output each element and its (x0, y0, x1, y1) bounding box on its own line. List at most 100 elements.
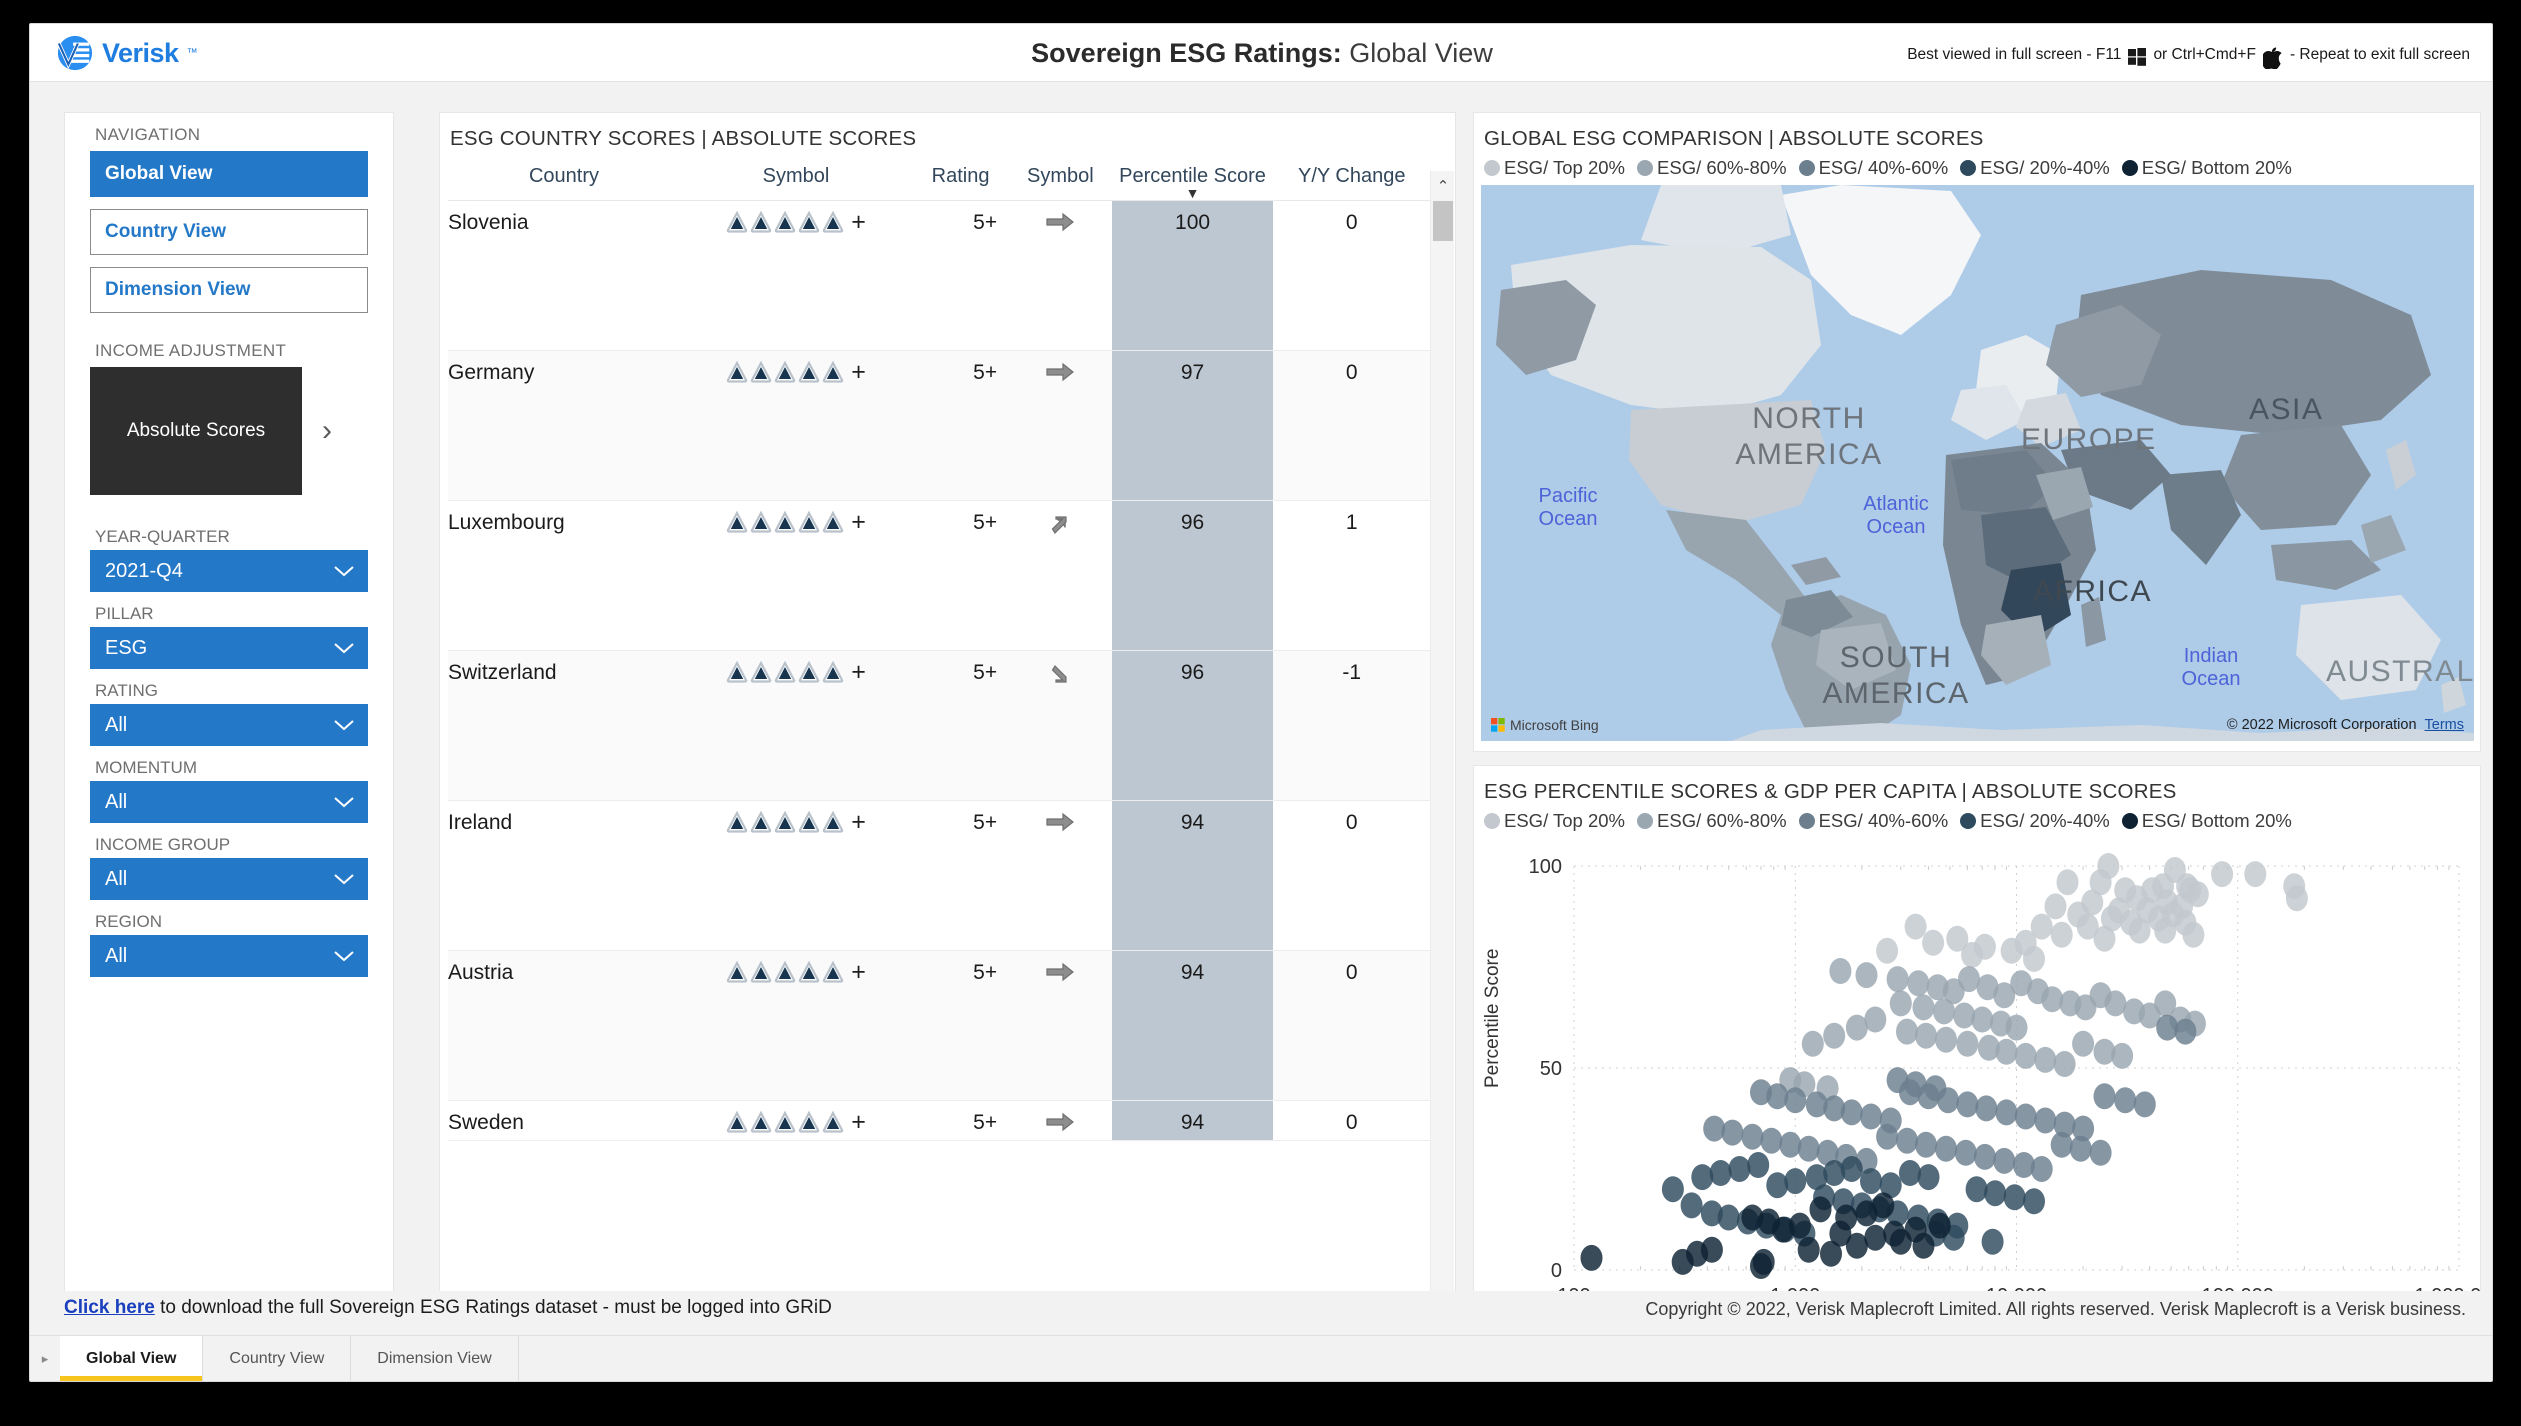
filter-select-region[interactable]: All (90, 935, 368, 977)
esg-country-scores-table: Country Symbol Rating Symbol Percentile … (448, 157, 1430, 1141)
income-adjustment-label: INCOME ADJUSTMENT (95, 341, 287, 360)
rating-triangle-icon (822, 211, 844, 233)
cell-rating: 5+ (912, 200, 1010, 351)
scatter-plot-graphic: 0501001001,00010,000100,0001,000,000 (1529, 853, 2492, 1307)
column-header-country[interactable]: Country (448, 157, 680, 201)
legend-item[interactable]: ESG/ Bottom 20% (2121, 810, 2292, 832)
rating-triangle-icon (822, 361, 844, 383)
footer: Click here to download the full Sovereig… (30, 1291, 2492, 1335)
legend-item[interactable]: ESG/ Bottom 20% (2121, 157, 2292, 179)
table-row[interactable]: Ireland +5+ 94 0 (448, 800, 1430, 951)
map-label-indian-ocean: Indian Ocean (2181, 645, 2241, 690)
filter-value-region: All (105, 944, 128, 967)
cell-percentile-score: 94 (1111, 800, 1274, 951)
map-terms-link[interactable]: Terms (2425, 717, 2464, 733)
download-note: Click here to download the full Sovereig… (64, 1297, 832, 1319)
chevron-right-icon[interactable]: › (322, 416, 332, 446)
filter-select-rating[interactable]: All (90, 704, 368, 746)
column-header-yy-change[interactable]: Y/Y Change (1273, 157, 1430, 201)
legend-item-label: ESG/ Top 20% (1504, 157, 1626, 178)
column-header-symbol-rating[interactable]: Symbol (680, 157, 912, 201)
sidebar-item-dimension-view-label: Dimension View (105, 279, 251, 300)
filter-select-pillar[interactable]: ESG (90, 627, 368, 669)
legend-item[interactable]: ESG/ 60%-80% (1637, 810, 1787, 832)
tab-country-view[interactable]: Country View (203, 1336, 352, 1381)
rating-plus-sign: + (851, 208, 866, 236)
momentum-flat-icon (1046, 962, 1075, 982)
microsoft-logo-icon (1491, 718, 1505, 732)
cell-yy-change: 1 (1273, 500, 1430, 651)
workbook-tabstrip: ▸ Global View Country View Dimension Vie… (30, 1335, 2492, 1381)
filter-select-momentum[interactable]: All (90, 781, 368, 823)
sidebar-item-dimension-view[interactable]: Dimension View (90, 267, 368, 313)
rating-triangle-icon (798, 511, 820, 533)
table-row[interactable]: Sweden +5+ 94 0 (448, 1100, 1430, 1141)
filter-label-pillar: PILLAR (95, 604, 154, 623)
table-scrollbar[interactable]: ⌃ ⌄ (1430, 171, 1454, 1345)
apple-icon (2262, 47, 2282, 69)
cell-rating-symbol: + (680, 350, 912, 501)
tab-nav-next-icon[interactable]: ▸ (30, 1336, 60, 1381)
cell-rating: 5+ (912, 950, 1010, 1101)
map-label-pacific-ocean: Pacific Ocean (1538, 485, 1598, 530)
bing-attribution-label: Microsoft Bing (1510, 717, 1599, 733)
cell-country: Slovenia (448, 200, 680, 351)
filter-label-region: REGION (95, 912, 163, 931)
download-link[interactable]: Click here (64, 1297, 155, 1318)
rating-plus-sign: + (851, 658, 866, 686)
download-note-text: to download the full Sovereign ESG Ratin… (154, 1297, 832, 1318)
legend-item[interactable]: ESG/ 60%-80% (1637, 157, 1787, 179)
filter-value-income-group: All (105, 867, 128, 890)
column-header-rating[interactable]: Rating (912, 157, 1010, 201)
sidebar-item-country-view[interactable]: Country View (90, 209, 368, 255)
table-row[interactable]: Slovenia +5+ 100 0 (448, 200, 1430, 351)
cell-country: Sweden (448, 1100, 680, 1141)
legend-item[interactable]: ESG/ 40%-60% (1798, 810, 1948, 832)
table-row[interactable]: Switzerland +5+ 96 -1 (448, 650, 1430, 801)
cell-percentile-score: 94 (1111, 950, 1274, 1101)
income-adjustment-value: Absolute Scores (126, 420, 266, 441)
rating-triangle-icon (726, 511, 748, 533)
cell-percentile-score: 94 (1111, 1100, 1274, 1141)
filter-select-year-quarter[interactable]: 2021-Q4 (90, 550, 368, 592)
cell-rating: 5+ (912, 650, 1010, 801)
cell-rating: 5+ (912, 350, 1010, 501)
scroll-up-icon[interactable]: ⌃ (1431, 174, 1455, 198)
column-header-percentile-score[interactable]: Percentile Score ▼ (1111, 157, 1274, 201)
global-esg-comparison-panel: GLOBAL ESG COMPARISON | ABSOLUTE SCORES … (1473, 112, 2481, 752)
bing-attribution: Microsoft Bing (1491, 717, 1599, 733)
table-row[interactable]: Germany +5+ 97 0 (448, 350, 1430, 501)
table-row[interactable]: Luxembourg +5+ 96 1 (448, 500, 1430, 651)
legend-item-label: ESG/ Top 20% (1504, 810, 1626, 831)
legend-item-label: ESG/ 20%-40% (1980, 810, 2110, 831)
filter-select-income-group[interactable]: All (90, 858, 368, 900)
rating-triangle-icon (750, 1111, 772, 1133)
cell-momentum-symbol (1009, 500, 1112, 651)
tab-dimension-view[interactable]: Dimension View (351, 1336, 519, 1381)
map-label-south-america: SOUTH AMERICA (1822, 641, 1970, 710)
cell-momentum-symbol (1009, 200, 1112, 351)
rating-triangle-icon (774, 361, 796, 383)
legend-item[interactable]: ESG/ Top 20% (1484, 810, 1625, 832)
tab-global-view[interactable]: Global View (60, 1336, 204, 1381)
cell-yy-change: 0 (1273, 800, 1430, 951)
cell-momentum-symbol (1009, 950, 1112, 1101)
fullscreen-hint: Best viewed in full screen - F11 or Ctrl… (1907, 44, 2470, 69)
scrollbar-thumb[interactable] (1433, 201, 1453, 241)
sidebar-item-country-view-label: Country View (105, 221, 227, 242)
legend-item[interactable]: ESG/ Top 20% (1484, 157, 1625, 179)
rating-triangle-icon (750, 661, 772, 683)
fullscreen-hint-part3: - Repeat to exit full screen (2289, 46, 2470, 63)
table-row[interactable]: Austria +5+ 94 0 (448, 950, 1430, 1101)
legend-item[interactable]: ESG/ 40%-60% (1798, 157, 1948, 179)
legend-item[interactable]: ESG/ 20%-40% (1960, 810, 2110, 832)
cell-country: Luxembourg (448, 500, 680, 651)
scatter-plot[interactable]: Percentile Score 0501001001,00010,000100… (1474, 838, 2492, 1346)
world-map[interactable]: NORTH AMERICA EUROPE ASIA SOUTH AMERICA … (1481, 185, 2474, 741)
sidebar-item-global-view[interactable]: Global View (90, 151, 368, 197)
filter-label-year-quarter: YEAR-QUARTER (95, 527, 230, 546)
legend-item[interactable]: ESG/ 20%-40% (1960, 157, 2110, 179)
column-header-symbol-momentum[interactable]: Symbol (1009, 157, 1112, 201)
legend-color-dot-icon (1960, 813, 1977, 829)
income-adjustment-tile[interactable]: Absolute Scores (90, 367, 302, 495)
